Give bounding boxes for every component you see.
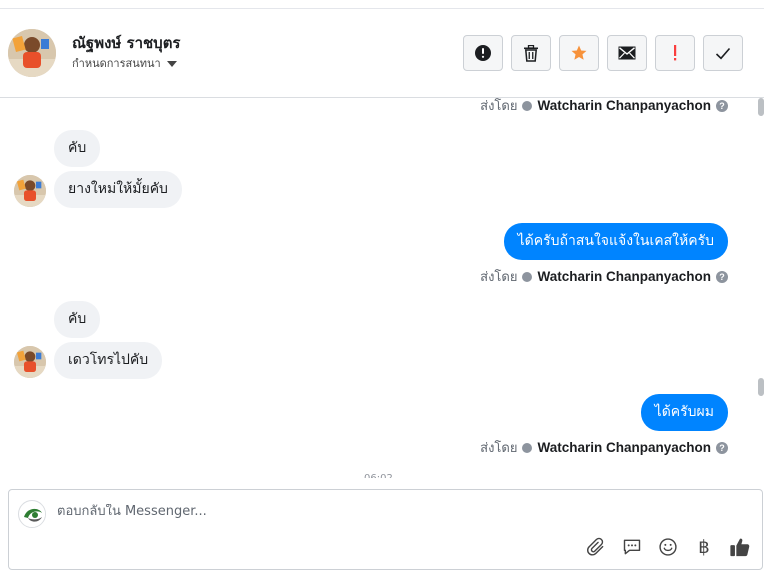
scrollbar-thumb[interactable]: [758, 98, 764, 116]
contact-name[interactable]: ณัฐพงษ์ ราชบุตร: [72, 31, 181, 55]
delete-button[interactable]: [511, 35, 551, 71]
help-icon[interactable]: ?: [716, 99, 728, 112]
alert-circle-icon: [475, 45, 491, 61]
contact-avatar[interactable]: [8, 29, 56, 77]
saved-replies-button[interactable]: [620, 535, 644, 559]
page-avatar: [18, 500, 46, 528]
top-divider: [0, 0, 764, 9]
sent-by-line: ส่งโดย Watcharin Chanpanyachon ?: [480, 98, 728, 116]
trash-icon: [524, 44, 538, 62]
timestamp-divider: 06:02: [364, 472, 393, 478]
thread-scrollbar[interactable]: [758, 98, 764, 478]
message-bubble-outgoing[interactable]: ได้ครับถ้าสนใจแจ้งในเคสให้ครับ: [503, 223, 728, 260]
sent-by-label: ส่งโดย: [480, 270, 518, 285]
spam-button[interactable]: [463, 35, 503, 71]
done-button[interactable]: [703, 35, 743, 71]
sender-name[interactable]: Watcharin Chanpanyachon: [537, 269, 711, 284]
emoji-button[interactable]: [656, 535, 680, 559]
conversation-header: ณัฐพงษ์ ราชบุตร กำหนดการสนทนา: [0, 9, 764, 98]
check-badge-icon: [522, 271, 533, 282]
sent-by-line: ส่งโดย Watcharin Chanpanyachon ?: [480, 266, 728, 287]
message-bubble-incoming[interactable]: เดวโทรไปคับ: [54, 342, 163, 379]
baht-icon[interactable]: ฿: [692, 535, 716, 559]
conversation-actions: [463, 35, 743, 71]
mark-unread-button[interactable]: [607, 35, 647, 71]
message-bubble-incoming[interactable]: คับ: [54, 130, 101, 167]
scrollbar-thumb[interactable]: [758, 378, 764, 396]
paperclip-icon: [587, 537, 604, 556]
emoji-icon: [659, 538, 677, 556]
message-bubble-outgoing[interactable]: ได้ครับผม: [640, 394, 728, 431]
reply-input[interactable]: [57, 504, 717, 519]
envelope-icon: [618, 46, 636, 60]
composer-tools: ฿: [584, 535, 752, 559]
message-bubble-incoming[interactable]: ยางใหม่ให้มั้ยคับ: [54, 171, 182, 208]
contact-avatar-small: [14, 346, 46, 378]
reply-composer: ฿: [8, 489, 763, 570]
check-badge-icon: [522, 442, 533, 453]
thumbs-up-icon: [730, 538, 750, 557]
exclamation-icon: [674, 45, 677, 61]
help-icon[interactable]: ?: [716, 441, 728, 454]
sender-name[interactable]: Watcharin Chanpanyachon: [537, 98, 711, 113]
saved-reply-icon: [623, 539, 641, 555]
star-icon: [571, 45, 587, 60]
like-button[interactable]: [728, 535, 752, 559]
message-thread[interactable]: ส่งโดย Watcharin Chanpanyachon ? คับ ยาง…: [0, 98, 764, 478]
caret-down-icon: [166, 60, 177, 67]
important-button[interactable]: [655, 35, 695, 71]
assign-label: กำหนดการสนทนา: [72, 57, 161, 70]
check-icon: [715, 47, 731, 59]
sent-by-label: ส่งโดย: [480, 441, 518, 456]
message-bubble-incoming[interactable]: คับ: [54, 301, 101, 338]
sent-by-label: ส่งโดย: [480, 99, 518, 114]
help-icon[interactable]: ?: [716, 270, 728, 283]
assign-conversation-dropdown[interactable]: กำหนดการสนทนา: [72, 54, 177, 72]
check-badge-icon: [522, 100, 533, 111]
attach-file-button[interactable]: [584, 535, 608, 559]
sender-name[interactable]: Watcharin Chanpanyachon: [537, 440, 711, 455]
contact-avatar-small: [14, 175, 46, 207]
star-button[interactable]: [559, 35, 599, 71]
sent-by-line: ส่งโดย Watcharin Chanpanyachon ?: [480, 437, 728, 458]
